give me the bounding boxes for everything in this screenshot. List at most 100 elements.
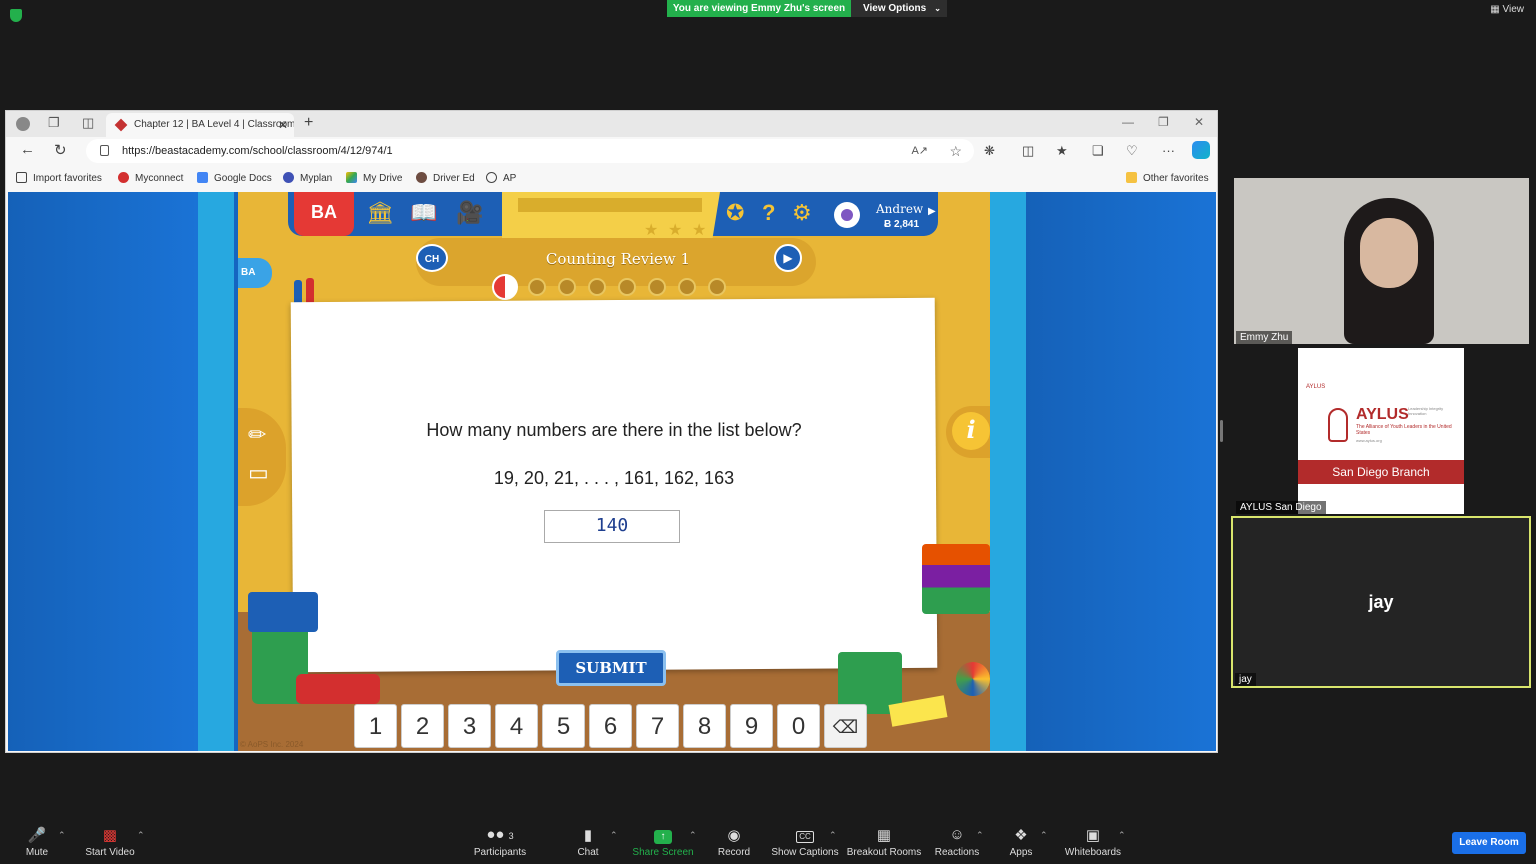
favorite-label: Google Docs [214, 173, 272, 184]
page-content: BA 🏛 📖 🎥 ★ ★ ★ ✪ ? ⚙ Andrew Ƀ 2,841 ▶ CH… [8, 192, 1216, 751]
chevron-up-icon[interactable]: ⌃ [137, 830, 145, 841]
favorite-myconnect[interactable]: Myconnect [118, 172, 183, 184]
record-button[interactable]: ◉ Record [694, 826, 774, 858]
security-shield-icon[interactable] [10, 9, 22, 22]
favorite-label: My Drive [363, 173, 403, 184]
browser-essentials-icon[interactable]: ♡ [1126, 143, 1138, 159]
key-9[interactable]: 9 [730, 704, 773, 748]
leave-room-button[interactable]: Leave Room [1452, 832, 1526, 854]
video-camera-icon[interactable]: 🎥 [456, 200, 483, 226]
beast-academy-logo[interactable]: BA [294, 192, 354, 236]
new-tab-icon[interactable]: + [304, 114, 313, 132]
problem-dot-current[interactable] [492, 274, 518, 300]
favorite-import[interactable]: Import favorites [16, 172, 102, 184]
chapter-badge[interactable]: CH [416, 244, 448, 272]
zoom-top-bar: You are viewing Emmy Zhu's screen View O… [0, 0, 1536, 22]
favorite-google-docs[interactable]: Google Docs [197, 172, 272, 184]
chevron-up-icon[interactable]: ⌃ [610, 830, 618, 841]
other-favorites-label: Other favorites [1143, 173, 1209, 184]
key-4[interactable]: 4 [495, 704, 538, 748]
profile-icon[interactable] [16, 117, 30, 131]
key-7[interactable]: 7 [636, 704, 679, 748]
eraser-icon[interactable]: ▭ [248, 460, 269, 486]
breakout-rooms-button[interactable]: ▦ Breakout Rooms [844, 826, 924, 858]
split-screen-icon[interactable]: ◫ [1022, 143, 1034, 159]
address-bar[interactable]: https://beastacademy.com/school/classroo… [86, 139, 974, 163]
aylus-logo: AYLUS [1356, 406, 1409, 423]
tab-actions-icon[interactable]: ◫ [82, 115, 94, 131]
answer-input[interactable]: 140 [544, 510, 680, 543]
chevron-up-icon[interactable]: ⌃ [1118, 830, 1126, 841]
key-6[interactable]: 6 [589, 704, 632, 748]
coin-balance: Ƀ 2,841 [884, 219, 920, 230]
workspaces-icon[interactable]: ❐ [48, 115, 60, 131]
restore-icon[interactable]: ❐ [1158, 115, 1169, 129]
settings-gear-icon[interactable]: ⚙ [792, 200, 812, 226]
key-8[interactable]: 8 [683, 704, 726, 748]
extensions-icon[interactable]: ❋ [984, 143, 995, 159]
start-video-label: Start Video [85, 847, 135, 858]
key-5[interactable]: 5 [542, 704, 585, 748]
participant-name: AYLUS San Diego [1236, 501, 1326, 514]
star-icon: ★ [644, 222, 659, 239]
close-tab-icon[interactable]: ✕ [278, 113, 288, 137]
avatar[interactable] [834, 202, 860, 228]
favorite-my-drive[interactable]: My Drive [346, 172, 402, 184]
video-tile-jay[interactable]: jay jay [1231, 516, 1531, 688]
help-icon[interactable]: ? [762, 200, 775, 226]
award-icon[interactable]: ✪ [726, 200, 744, 226]
key-2[interactable]: 2 [401, 704, 444, 748]
pencil-icon[interactable]: ✏ [248, 422, 266, 448]
browser-window: ❐ ◫ Chapter 12 | BA Level 4 | Classroom … [5, 110, 1218, 753]
gallery-resize-handle[interactable] [1220, 420, 1223, 442]
read-aloud-icon[interactable]: A↗ [911, 139, 928, 163]
video-tile-aylus[interactable]: AYLUS AYLUS Leadership Integrity Innovat… [1234, 348, 1529, 514]
collections-icon[interactable]: ❏ [1092, 143, 1104, 159]
favorite-myplan[interactable]: Myplan [283, 172, 332, 184]
chevron-up-icon[interactable]: ⌃ [1040, 830, 1048, 841]
apps-button[interactable]: ❖ Apps [981, 826, 1061, 858]
book-icon[interactable]: 📖 [410, 200, 437, 226]
key-3[interactable]: 3 [448, 704, 491, 748]
show-captions-label: Show Captions [771, 847, 839, 858]
copilot-icon[interactable] [1192, 141, 1210, 159]
minimize-icon[interactable]: — [1122, 115, 1134, 129]
url-text: https://beastacademy.com/school/classroo… [122, 145, 393, 157]
aylus-small-logo: AYLUS [1306, 384, 1326, 390]
favorite-star-icon[interactable]: ☆ [949, 139, 962, 163]
user-name[interactable]: Andrew [876, 202, 923, 216]
info-button[interactable]: i [952, 412, 990, 450]
record-label: Record [717, 847, 751, 858]
backspace-icon[interactable]: ⌫ [824, 704, 867, 748]
other-favorites[interactable]: Other favorites [1126, 172, 1209, 184]
tab-active[interactable]: Chapter 12 | BA Level 4 | Classroom ✕ [106, 113, 294, 137]
aylus-branch: San Diego Branch [1298, 460, 1464, 484]
chevron-up-icon[interactable]: ⌃ [829, 830, 837, 841]
chevron-right-icon[interactable]: ▶ [928, 206, 936, 217]
number-sequence: 19, 20, 21, . . . , 161, 162, 163 [493, 468, 735, 488]
number-keypad: 1 2 3 4 5 6 7 8 9 0 ⌫ [354, 704, 874, 748]
more-menu-icon[interactable]: ··· [1162, 143, 1175, 158]
play-video-button[interactable]: ▶ [774, 244, 802, 272]
tab-title: Chapter 12 | BA Level 4 | Classroom [134, 119, 294, 130]
key-0[interactable]: 0 [777, 704, 820, 748]
small-beast-academy-logo[interactable]: BA [238, 258, 272, 288]
favorite-ap[interactable]: AP [486, 172, 516, 184]
lock-icon[interactable] [100, 145, 109, 156]
game-area: BA 🏛 📖 🎥 ★ ★ ★ ✪ ? ⚙ Andrew Ƀ 2,841 ▶ CH… [238, 192, 990, 751]
key-1[interactable]: 1 [354, 704, 397, 748]
participants-icon: ●● 3 [486, 826, 514, 843]
favorites-icon[interactable]: ★ [1056, 143, 1068, 159]
view-button[interactable]: ▦ View [1490, 4, 1524, 15]
view-options-button[interactable]: View Options ⌄ [851, 0, 947, 17]
chevron-up-icon[interactable]: ⌃ [58, 830, 66, 841]
school-icon[interactable]: 🏛 [366, 200, 394, 226]
close-window-icon[interactable]: ✕ [1194, 115, 1204, 129]
reactions-label: Reactions [934, 847, 980, 858]
video-tile-emmy[interactable]: Emmy Zhu [1234, 178, 1529, 344]
share-screen-label: Share Screen [632, 847, 694, 858]
breakout-rooms-icon: ▦ [876, 827, 892, 844]
favorite-driver-ed[interactable]: Driver Ed [416, 172, 475, 184]
submit-button[interactable]: SUBMIT [556, 650, 666, 686]
participants-button[interactable]: ●● 3 Participants [460, 826, 540, 858]
